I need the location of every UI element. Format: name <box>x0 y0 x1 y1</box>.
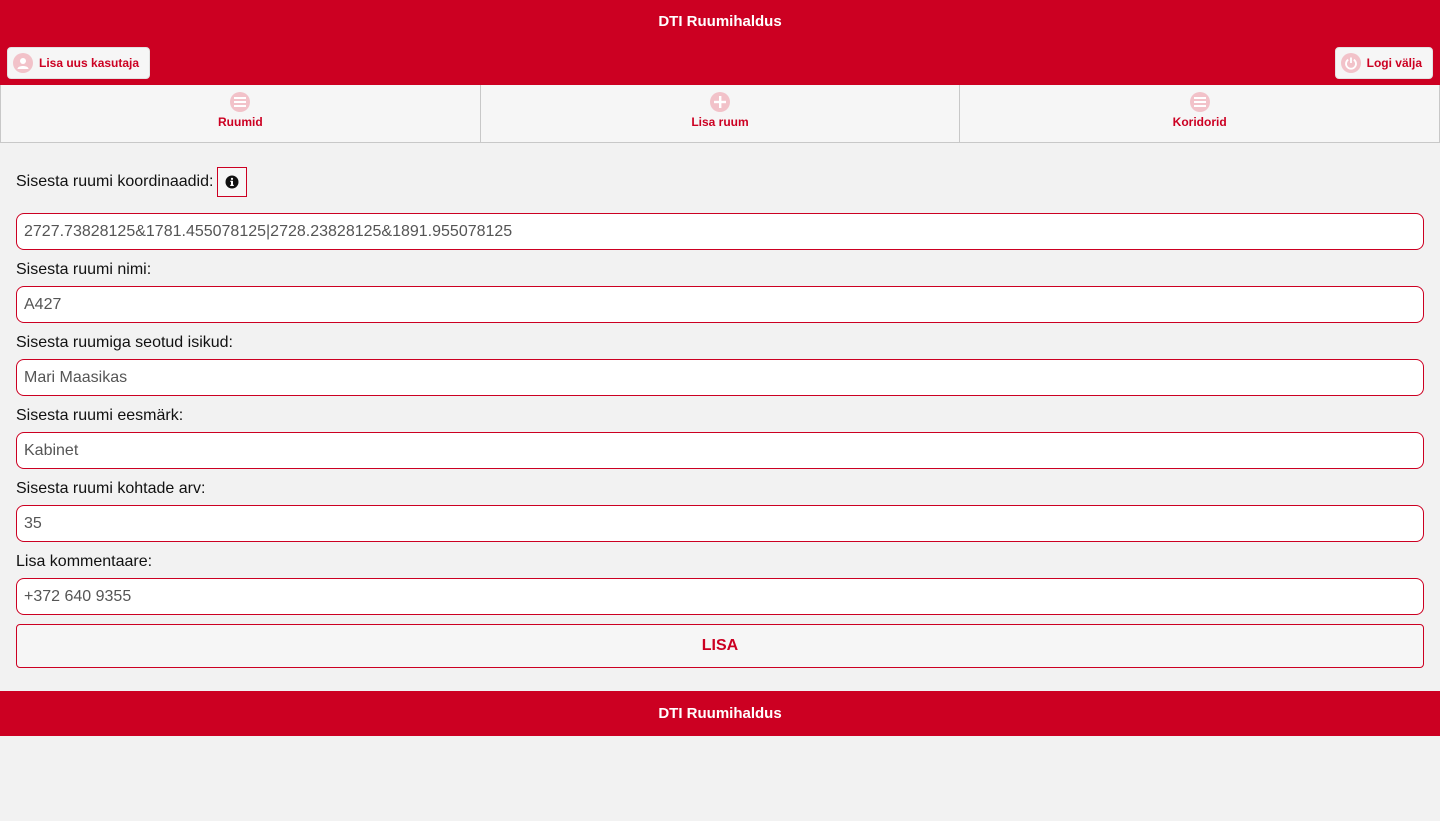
app-header: DTI Ruumihaldus Lisa uus kasutaja Logi v… <box>0 0 1440 85</box>
tab-lisa-ruum[interactable]: Lisa ruum <box>481 85 961 142</box>
seats-label: Sisesta ruumi kohtade arv: <box>16 480 206 497</box>
list-icon <box>1189 92 1210 112</box>
coordinates-label-row: Sisesta ruumi koordinaadid: <box>16 167 1424 197</box>
add-user-label: Lisa uus kasutaja <box>39 56 140 70</box>
app-footer: DTI Ruumihaldus <box>0 691 1440 736</box>
tab-lisa-ruum-label: Lisa ruum <box>691 115 749 129</box>
people-label: Sisesta ruumiga seotud isikud: <box>16 334 233 351</box>
comments-input[interactable] <box>16 578 1424 615</box>
logout-label: Logi välja <box>1366 56 1422 70</box>
people-input[interactable] <box>16 359 1424 396</box>
comments-label: Lisa kommentaare: <box>16 553 153 570</box>
name-label: Sisesta ruumi nimi: <box>16 261 152 278</box>
tab-ruumid[interactable]: Ruumid <box>0 85 481 142</box>
footer-title: DTI Ruumihaldus <box>658 705 782 722</box>
coordinates-label: Sisesta ruumi koordinaadid: <box>16 173 214 190</box>
logout-button[interactable]: Logi välja <box>1334 47 1433 79</box>
tab-ruumid-label: Ruumid <box>218 115 263 129</box>
name-input[interactable] <box>16 286 1424 323</box>
power-icon <box>1340 53 1361 73</box>
list-icon <box>230 92 251 112</box>
header-title: DTI Ruumihaldus <box>658 13 782 30</box>
seats-input[interactable] <box>16 505 1424 542</box>
nav-bar: Ruumid Lisa ruum Koridorid <box>0 85 1440 143</box>
info-icon <box>225 175 239 189</box>
purpose-input[interactable] <box>16 432 1424 469</box>
add-user-button[interactable]: Lisa uus kasutaja <box>7 47 151 79</box>
add-room-button[interactable]: LISA <box>16 624 1424 668</box>
purpose-label: Sisesta ruumi eesmärk: <box>16 407 184 424</box>
info-button[interactable] <box>217 167 248 197</box>
coordinates-input[interactable] <box>16 213 1424 250</box>
room-form: Sisesta ruumi koordinaadid: Sisesta ruum… <box>0 143 1440 668</box>
plus-icon <box>710 92 730 112</box>
tab-koridorid-label: Koridorid <box>1172 115 1227 129</box>
user-icon <box>13 53 33 73</box>
tab-koridorid[interactable]: Koridorid <box>960 85 1440 142</box>
